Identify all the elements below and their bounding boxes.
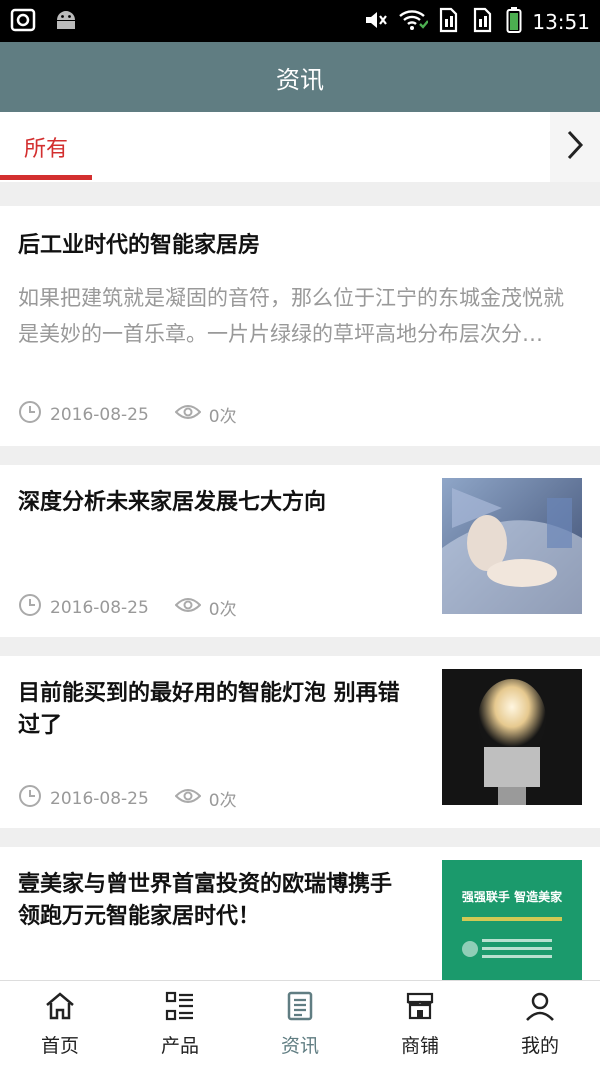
thumbnail-caption: 强强联手 智造美家 — [461, 890, 563, 904]
shop-icon — [404, 990, 436, 1027]
wifi-icon — [398, 8, 430, 36]
article-date: 2016-08-25 — [50, 404, 149, 425]
article-date: 2016-08-25 — [50, 597, 149, 618]
article-meta: 2016-08-25 0次 — [18, 784, 237, 813]
user-icon — [524, 990, 556, 1027]
nav-profile[interactable]: 我的 — [480, 981, 600, 1067]
article-card[interactable]: 后工业时代的智能家居房 如果把建筑就是凝固的音符，那么位于江宁的东城金茂悦就是美… — [0, 206, 600, 446]
nav-products[interactable]: 产品 — [120, 981, 240, 1067]
article-title: 目前能买到的最好用的智能灯泡 别再错过了 — [18, 681, 400, 738]
article-meta: 2016-08-25 0次 — [18, 400, 237, 429]
tab-active-indicator — [0, 175, 92, 180]
battery-icon — [506, 6, 522, 38]
category-tabbar: 所有 — [0, 112, 600, 182]
nav-news[interactable]: 资讯 — [240, 981, 360, 1067]
article-title: 壹美家与曾世界首富投资的欧瑞博携手 领跑万元智能家居时代！ — [18, 872, 393, 929]
home-icon — [44, 990, 76, 1027]
article-views: 0次 — [208, 600, 237, 620]
clock-icon — [18, 593, 42, 622]
news-icon — [284, 990, 316, 1027]
page-title: 资讯 — [0, 42, 600, 112]
nav-label: 商铺 — [400, 1035, 439, 1057]
screenshot-icon — [10, 8, 36, 36]
article-card[interactable]: 深度分析未来家居发展七大方向 2016-08-25 0次 — [0, 465, 600, 637]
article-thumbnail — [442, 478, 582, 614]
article-views: 0次 — [208, 791, 237, 811]
android-icon — [54, 8, 78, 36]
article-date: 2016-08-25 — [50, 788, 149, 809]
eye-icon — [174, 786, 202, 811]
bottom-navigation: 首页 产品 资讯 商铺 我的 — [0, 980, 600, 1067]
article-card[interactable]: 壹美家与曾世界首富投资的欧瑞博携手 领跑万元智能家居时代！ 强强联手 智造美家 — [0, 847, 600, 980]
sim-signal-icon — [472, 7, 496, 37]
nav-shop[interactable]: 商铺 — [360, 981, 480, 1067]
nav-label: 首页 — [40, 1035, 79, 1057]
eye-icon — [174, 595, 202, 620]
nav-home[interactable]: 首页 — [0, 981, 120, 1067]
clock-icon — [18, 400, 42, 429]
status-bar: 13:51 — [0, 0, 600, 42]
article-views: 0次 — [208, 407, 237, 427]
article-meta: 2016-08-25 0次 — [18, 593, 237, 622]
mute-icon — [364, 8, 388, 36]
article-thumbnail — [442, 669, 582, 805]
list-icon — [164, 990, 196, 1027]
article-card[interactable]: 目前能买到的最好用的智能灯泡 别再错过了 2016-08-25 0次 — [0, 656, 600, 828]
tab-all[interactable]: 所有 — [0, 112, 92, 182]
nav-label: 我的 — [520, 1035, 559, 1057]
article-thumbnail: 强强联手 智造美家 — [442, 860, 582, 980]
chevron-right-icon — [565, 129, 585, 165]
nav-label: 资讯 — [280, 1035, 319, 1057]
sim-signal-icon — [438, 7, 462, 37]
clock: 13:51 — [532, 10, 590, 34]
tab-scroll-next-button[interactable] — [550, 112, 600, 182]
nav-label: 产品 — [160, 1035, 199, 1057]
article-title: 深度分析未来家居发展七大方向 — [18, 490, 327, 515]
article-summary: 如果把建筑就是凝固的音符，那么位于江宁的东城金茂悦就是美妙的一首乐章。一片片绿绿… — [18, 286, 564, 346]
clock-icon — [18, 784, 42, 813]
eye-icon — [174, 402, 202, 427]
article-title: 后工业时代的智能家居房 — [18, 233, 261, 258]
